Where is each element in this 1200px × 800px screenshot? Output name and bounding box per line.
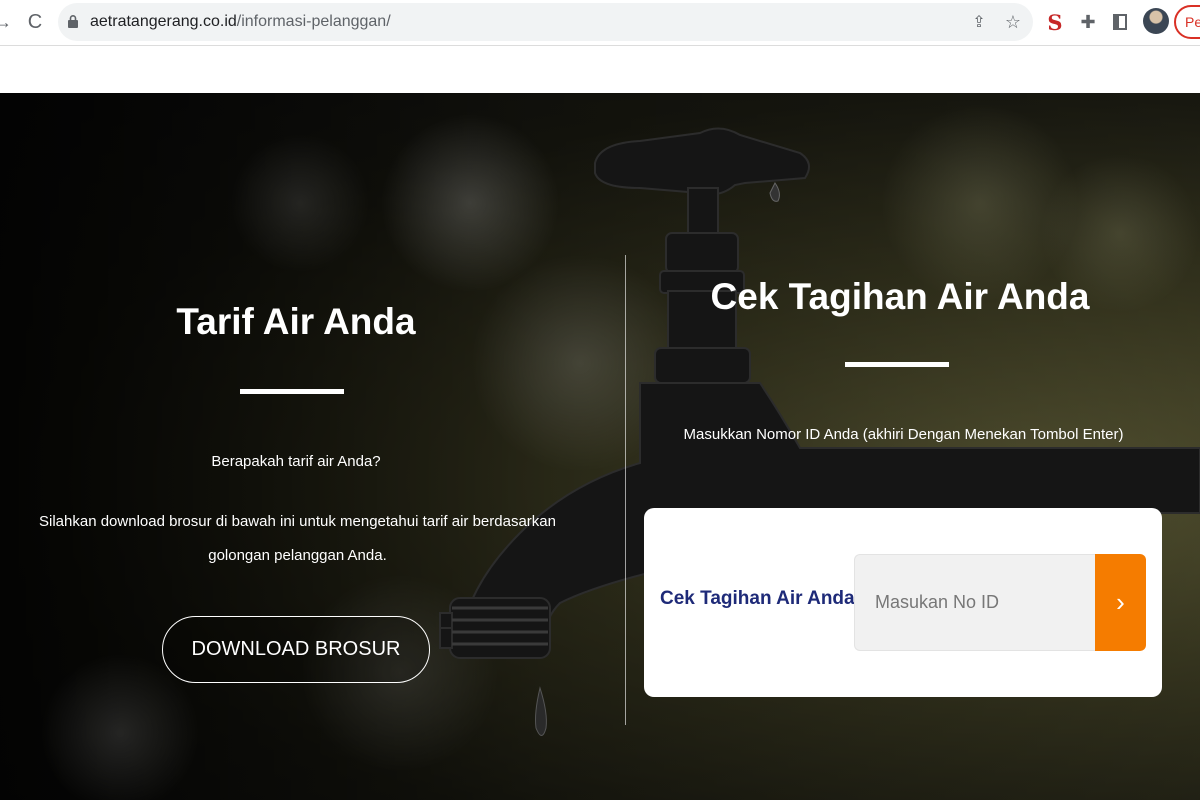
profile-button[interactable]: Pe [1174, 5, 1200, 39]
reload-icon[interactable]: C [22, 9, 48, 35]
back-arrow-icon[interactable]: → [0, 9, 16, 35]
download-brochure-button[interactable]: DOWNLOAD BROSUR [162, 616, 430, 683]
address-bar[interactable]: aetratangerang.co.id/informasi-pelanggan… [58, 3, 1033, 41]
section-divider [625, 255, 626, 725]
share-icon[interactable]: ⇪ [968, 11, 990, 33]
submit-arrow-button[interactable]: › [1095, 554, 1146, 651]
tarif-description: Silahkan download brosur di bawah ini un… [39, 513, 556, 564]
hero-section: Tarif Air Anda Berapakah tarif air Anda?… [0, 93, 1200, 800]
url-domain: aetratangerang.co.id [90, 13, 237, 30]
site-header [0, 47, 1200, 93]
tarif-title-underline [240, 389, 344, 394]
id-instruction-text: Masukkan Nomor ID Anda (akhiri Dengan Me… [683, 426, 1124, 443]
cek-tagihan-title-underline [845, 362, 949, 367]
url-text[interactable]: aetratangerang.co.id/informasi-pelanggan… [90, 13, 391, 31]
side-panel-icon[interactable] [1108, 9, 1132, 35]
browser-toolbar: → C aetratangerang.co.id/informasi-pelan… [0, 0, 1200, 46]
star-icon[interactable]: ☆ [1002, 11, 1024, 33]
url-path: /informasi-pelanggan/ [236, 13, 391, 30]
s-extension-icon[interactable]: S [1043, 9, 1067, 35]
bill-check-card: Cek Tagihan Air Anda › [644, 508, 1162, 697]
tarif-question: Berapakah tarif air Anda? [211, 453, 381, 470]
bill-check-label: Cek Tagihan Air Anda [660, 588, 855, 609]
cek-tagihan-title: Cek Tagihan Air Anda [710, 276, 1090, 317]
avatar[interactable] [1143, 8, 1169, 34]
customer-id-input[interactable] [854, 554, 1097, 651]
lock-icon [68, 15, 78, 28]
tarif-title: Tarif Air Anda [176, 301, 416, 342]
puzzle-icon[interactable]: ✚ [1076, 9, 1100, 35]
